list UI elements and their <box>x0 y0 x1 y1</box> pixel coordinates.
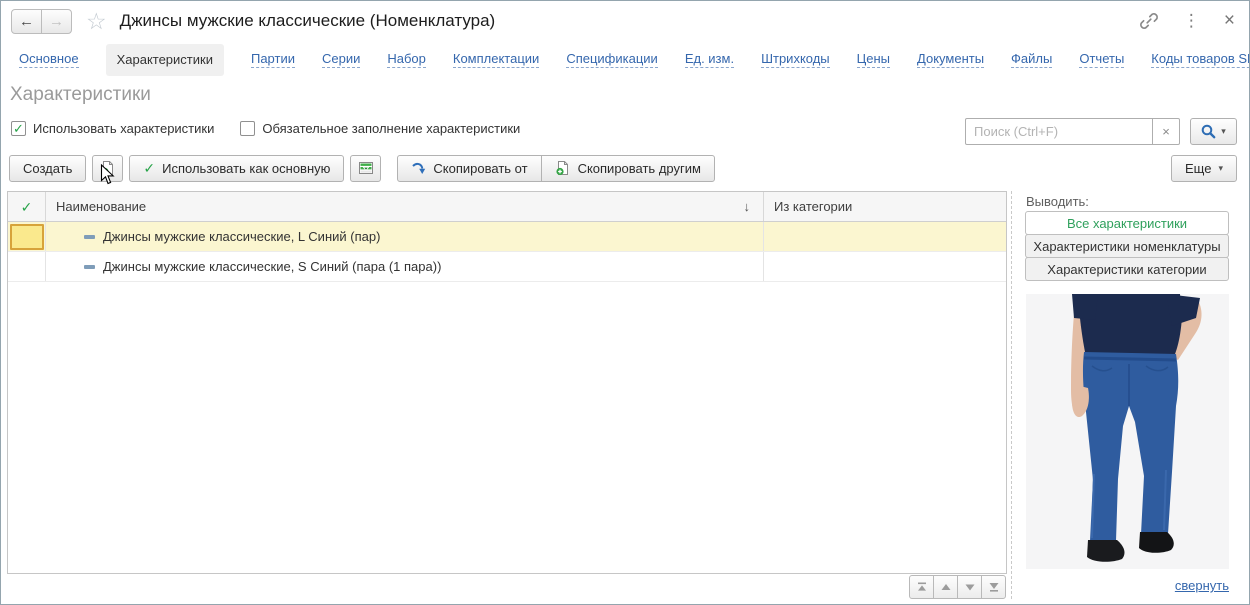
favorite-star-icon[interactable]: ☆ <box>86 10 107 33</box>
tab-kharakteristiki[interactable]: Характеристики <box>106 44 224 76</box>
link-icon[interactable] <box>1139 11 1159 31</box>
forward-icon: → <box>49 13 64 30</box>
checkbox-unchecked-icon <box>240 121 255 136</box>
titlebar-actions: ⋮ × <box>1139 10 1235 32</box>
required-fill-label: Обязательное заполнение характеристики <box>262 121 520 136</box>
row-category-cell[interactable] <box>764 252 1006 281</box>
nomenclature-characteristics-button[interactable]: Характеристики номенклатуры <box>1025 234 1229 258</box>
forward-button[interactable]: → <box>41 9 72 34</box>
sort-descending-icon: ↓ <box>744 199 764 214</box>
go-last-button[interactable] <box>981 575 1006 599</box>
chevron-down-icon: ▾ <box>1221 126 1226 137</box>
tab-ceny[interactable]: Цены <box>857 51 890 68</box>
name-column-label: Наименование <box>56 199 146 214</box>
panel-splitter[interactable] <box>1011 191 1012 599</box>
options-row: ✓ Использовать характеристики Обязательн… <box>11 121 520 136</box>
list-settings-button[interactable] <box>350 155 381 182</box>
search-clear-button[interactable]: × <box>1152 118 1180 145</box>
table-nav-buttons <box>909 575 1006 599</box>
copy-from-button[interactable]: Скопировать от <box>397 155 541 182</box>
category-column-label: Из категории <box>774 199 852 214</box>
search-area: × ▾ <box>965 118 1237 145</box>
search-icon <box>1201 124 1216 139</box>
copy-plus-document-icon <box>555 160 571 176</box>
row-name-text: Джинсы мужские классические, S Синий (па… <box>103 259 441 274</box>
tabbar: Основное Характеристики Партии Серии Наб… <box>1 43 1249 76</box>
copy-buttons-group: Скопировать от Скопировать другим <box>397 155 715 182</box>
table-header-row: ✓ Наименование ↓ Из категории <box>8 192 1006 222</box>
toolbar-more-button[interactable]: Еще ▾ <box>1171 155 1237 182</box>
tab-ed-izm[interactable]: Ед. изм. <box>685 51 734 68</box>
row-name-cell[interactable]: Джинсы мужские классические, L Синий (па… <box>46 222 764 251</box>
current-cell-marker <box>10 224 44 250</box>
use-as-main-button[interactable]: ✓ Использовать как основную <box>129 155 344 182</box>
row-flag-cell[interactable] <box>8 252 46 281</box>
name-column-header[interactable]: Наименование ↓ <box>46 192 764 221</box>
tab-komplektacii[interactable]: Комплектации <box>453 51 539 68</box>
copy-to-others-button[interactable]: Скопировать другим <box>541 155 715 182</box>
collapse-link-wrap: свернуть <box>1026 578 1229 593</box>
row-name-text: Джинсы мужские классические, L Синий (па… <box>103 229 380 244</box>
required-fill-checkbox[interactable]: Обязательное заполнение характеристики <box>240 121 520 136</box>
row-category-cell[interactable] <box>764 222 1006 251</box>
tab-nabor[interactable]: Набор <box>387 51 426 68</box>
more-menu-icon[interactable]: ⋮ <box>1183 11 1200 31</box>
item-dash-icon <box>84 265 95 269</box>
nav-history-group: ← → <box>11 9 72 34</box>
go-down-button[interactable] <box>957 575 982 599</box>
search-input[interactable] <box>965 118 1153 145</box>
tab-otchety[interactable]: Отчеты <box>1079 51 1124 68</box>
table-list-icon <box>358 160 374 176</box>
collapse-link[interactable]: свернуть <box>1175 578 1229 593</box>
toolbar-more-label: Еще <box>1185 161 1211 176</box>
copy-to-others-label: Скопировать другим <box>578 161 701 176</box>
checkbox-checked-icon: ✓ <box>11 121 26 136</box>
display-mode-buttons: Все характеристики Характеристики номенк… <box>1025 211 1229 281</box>
create-button[interactable]: Создать <box>9 155 86 182</box>
chevron-down-icon: ▾ <box>1218 163 1223 174</box>
copy-document-icon <box>100 160 116 176</box>
close-icon[interactable]: × <box>1224 10 1235 32</box>
titlebar: ← → ☆ Джинсы мужские классические (Номен… <box>1 1 1249 41</box>
item-dash-icon <box>84 235 95 239</box>
category-characteristics-button[interactable]: Характеристики категории <box>1025 257 1229 281</box>
table-row[interactable]: Джинсы мужские классические, S Синий (па… <box>8 252 1006 282</box>
use-as-main-label: Использовать как основную <box>162 161 330 176</box>
search-button[interactable]: ▾ <box>1190 118 1237 145</box>
nomenclature-card-window: ← → ☆ Джинсы мужские классические (Номен… <box>0 0 1250 605</box>
tab-shtrihkody[interactable]: Штрихкоды <box>761 51 830 68</box>
toolbar: Создать ✓ Использовать как основную <box>9 154 1237 182</box>
check-icon: ✓ <box>143 161 155 175</box>
section-title: Характеристики <box>10 84 151 106</box>
check-icon: ✓ <box>21 200 33 214</box>
back-button[interactable]: ← <box>11 9 42 34</box>
row-name-cell[interactable]: Джинсы мужские классические, S Синий (па… <box>46 252 764 281</box>
tab-serii[interactable]: Серии <box>322 51 360 68</box>
characteristics-table: ✓ Наименование ↓ Из категории Джинсы муж… <box>7 191 1007 574</box>
tab-osnovnoe[interactable]: Основное <box>19 51 79 68</box>
copy-from-label: Скопировать от <box>433 161 527 176</box>
tab-dokumenty[interactable]: Документы <box>917 51 984 68</box>
page-title: Джинсы мужские классические (Номенклатур… <box>120 11 496 31</box>
tab-faily[interactable]: Файлы <box>1011 51 1052 68</box>
create-by-copy-button[interactable] <box>92 155 123 182</box>
go-first-button[interactable] <box>909 575 934 599</box>
table-row[interactable]: Джинсы мужские классические, L Синий (па… <box>8 222 1006 252</box>
tab-partii[interactable]: Партии <box>251 51 295 68</box>
back-icon: ← <box>19 13 34 30</box>
display-mode-label: Выводить: <box>1026 194 1089 209</box>
tab-specifikacii[interactable]: Спецификации <box>566 51 658 68</box>
row-flag-cell[interactable] <box>8 222 46 251</box>
all-characteristics-button[interactable]: Все характеристики <box>1025 211 1229 235</box>
tab-kody-sku[interactable]: Коды товаров SKU <box>1151 51 1250 68</box>
category-column-header[interactable]: Из категории <box>764 192 1006 221</box>
go-up-button[interactable] <box>933 575 958 599</box>
curved-arrow-icon <box>411 161 426 176</box>
use-characteristics-checkbox[interactable]: ✓ Использовать характеристики <box>11 121 214 136</box>
main-flag-column-header[interactable]: ✓ <box>8 192 46 221</box>
product-photo <box>1026 294 1229 569</box>
use-characteristics-label: Использовать характеристики <box>33 121 214 136</box>
